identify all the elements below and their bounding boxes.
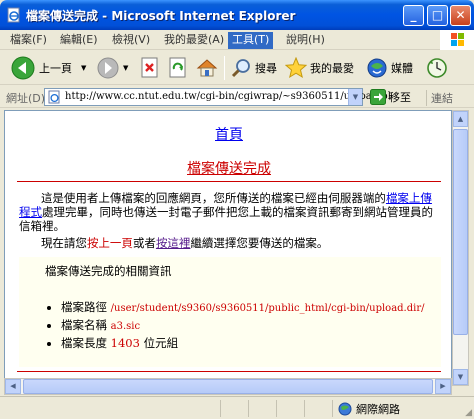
status-pane [248,400,249,417]
links-toolbar[interactable]: 連結 [426,90,453,106]
scroll-left-icon[interactable]: ◀ [5,379,21,394]
address-bar: 網址(D) http://www.cc.ntut.edu.tw/cgi-bin/… [0,86,474,108]
status-pane [332,400,333,417]
maximize-button[interactable]: □ [427,5,448,26]
status-pane [304,400,305,417]
home-icon [196,59,218,77]
scroll-up-icon[interactable]: ▲ [453,111,468,127]
media-button[interactable]: 媒體 [366,54,413,82]
length-value: 1403 [110,336,140,350]
forward-arrow-icon [97,57,119,79]
media-icon [367,58,387,78]
list-item-path: 檔案路徑 /user/student/s9360/s9360511/public… [61,299,424,317]
resize-grip-icon[interactable]: ◢ [465,408,472,418]
para2-text-c: 繼續選擇您要傳送的檔案。 [190,236,329,250]
media-label: 媒體 [391,62,413,75]
security-zone: 網際網路 [338,401,400,417]
scroll-down-icon[interactable]: ▼ [453,369,468,385]
length-label: 檔案長度 [61,336,111,350]
minimize-icon: _ [410,8,417,22]
stop-button[interactable] [140,54,160,82]
title-bar: 檔案傳送完成 - Microsoft Internet Explorer _ □… [0,0,474,30]
list-item-length: 檔案長度 1403 位元組 [61,335,424,352]
filename-label: 檔案名稱 [61,318,111,332]
horizontal-scroll-thumb[interactable] [23,379,433,394]
address-dropdown-icon[interactable]: ▼ [348,89,362,105]
favorites-label: 我的最愛 [310,62,354,75]
close-icon: ✕ [455,8,466,22]
internet-globe-icon [338,402,352,416]
window-title: 檔案傳送完成 - Microsoft Internet Explorer [26,9,296,23]
search-icon [231,59,250,78]
upload-info-box: 檔案傳送完成的相關資訊 檔案路徑 /user/student/s9360/s93… [19,257,441,367]
go-arrow-icon [370,89,386,105]
scroll-right-icon[interactable]: ▶ [435,379,451,394]
windows-logo [440,30,474,50]
back-dropdown-icon[interactable]: ▼ [81,64,86,72]
menu-tools[interactable]: 工具(T) [228,32,274,49]
description-paragraph: 這是使用者上傳檔案的回應網頁，您所傳送的檔案已經由伺服器端的檔案上傳程式處理完畢… [19,191,441,233]
para1-text-a: 這是使用者上傳檔案的回應網頁，您所傳送的檔案已經由伺服器端的 [40,191,386,205]
minimize-button[interactable]: _ [403,5,424,26]
vertical-scroll-thumb[interactable] [453,129,468,335]
horizontal-scrollbar[interactable]: ◀ ▶ [4,378,452,395]
list-item-filename: 檔案名稱 a3.sic [61,317,424,335]
page-icon [48,90,60,104]
search-button[interactable]: 搜尋 [230,54,277,82]
back-arrow-icon [11,56,35,80]
address-url: http://www.cc.ntut.edu.tw/cgi-bin/cgiwra… [65,91,391,102]
length-suffix: 位元組 [139,336,179,350]
go-button[interactable]: 移至 [370,89,411,105]
favorites-button[interactable]: 我的最愛 [285,54,354,82]
maximize-icon: □ [431,8,444,22]
address-input[interactable]: http://www.cc.ntut.edu.tw/cgi-bin/cgiwra… [44,88,391,106]
search-label: 搜尋 [255,62,277,75]
history-button[interactable] [426,54,448,82]
status-bar: 網際網路 ◢ [0,396,474,419]
home-link[interactable]: 首頁 [5,124,451,144]
standard-toolbar: 上一頁 ▼ ▼ 搜尋 我的最愛 媒體 [0,51,474,85]
refresh-button[interactable] [168,54,188,82]
menu-favorites[interactable]: 我的最愛(A) [160,32,228,49]
menu-file[interactable]: 檔案(F) [6,32,51,49]
toolbar-separator [224,56,225,80]
back-button[interactable]: 上一頁 ▼ [10,54,86,82]
home-button[interactable] [196,54,218,82]
menu-bar: 檔案(F) 編輯(E) 檢視(V) 我的最愛(A) 工具(T) 說明(H) [0,30,474,50]
forward-dropdown-icon[interactable]: ▼ [123,64,128,72]
menu-view[interactable]: 檢視(V) [108,32,154,49]
zone-label: 網際網路 [356,403,400,416]
path-value: /user/student/s9360/s9360511/public_html… [110,303,425,314]
info-list: 檔案路徑 /user/student/s9360/s9360511/public… [61,299,424,352]
divider [17,181,441,182]
menu-help[interactable]: 說明(H) [282,32,329,49]
stop-icon [141,57,158,78]
history-icon [427,58,447,78]
favorites-star-icon [285,57,307,79]
para2-text-a: 現在請您 [40,236,87,250]
back-label: 上一頁 [39,62,72,75]
filename-value: a3.sic [110,321,141,332]
instruction-paragraph: 現在請您按上一頁或者按這裡繼續選擇您要傳送的檔案。 [19,236,441,250]
address-label: 網址(D) [6,92,46,105]
click-here-link[interactable]: 按這裡 [156,236,191,250]
page-title: 檔案傳送完成 [187,161,271,177]
status-pane [276,400,277,417]
bottom-divider [17,371,441,372]
menu-edit[interactable]: 編輯(E) [56,32,102,49]
vertical-scrollbar[interactable]: ▲ ▼ [452,110,469,386]
windows-flag-icon [451,33,464,46]
status-pane [220,400,221,417]
info-heading: 檔案傳送完成的相關資訊 [45,264,172,278]
refresh-icon [169,57,186,78]
web-content: 首頁 檔案傳送完成 這是使用者上傳檔案的回應網頁，您所傳送的檔案已經由伺服器端的… [4,110,452,386]
para1-text-b: 處理完畢，同時也傳送一封電子郵件把您上載的檔案資訊郵寄到網站管理員的信箱裡。 [19,205,433,233]
back-page-link[interactable]: 按上一頁 [87,236,133,250]
para2-text-b: 或者 [132,236,156,250]
go-label: 移至 [389,91,411,104]
path-label: 檔案路徑 [61,300,111,314]
close-button[interactable]: ✕ [450,5,471,26]
ie-page-icon [7,7,20,23]
forward-button[interactable]: ▼ [96,54,128,82]
